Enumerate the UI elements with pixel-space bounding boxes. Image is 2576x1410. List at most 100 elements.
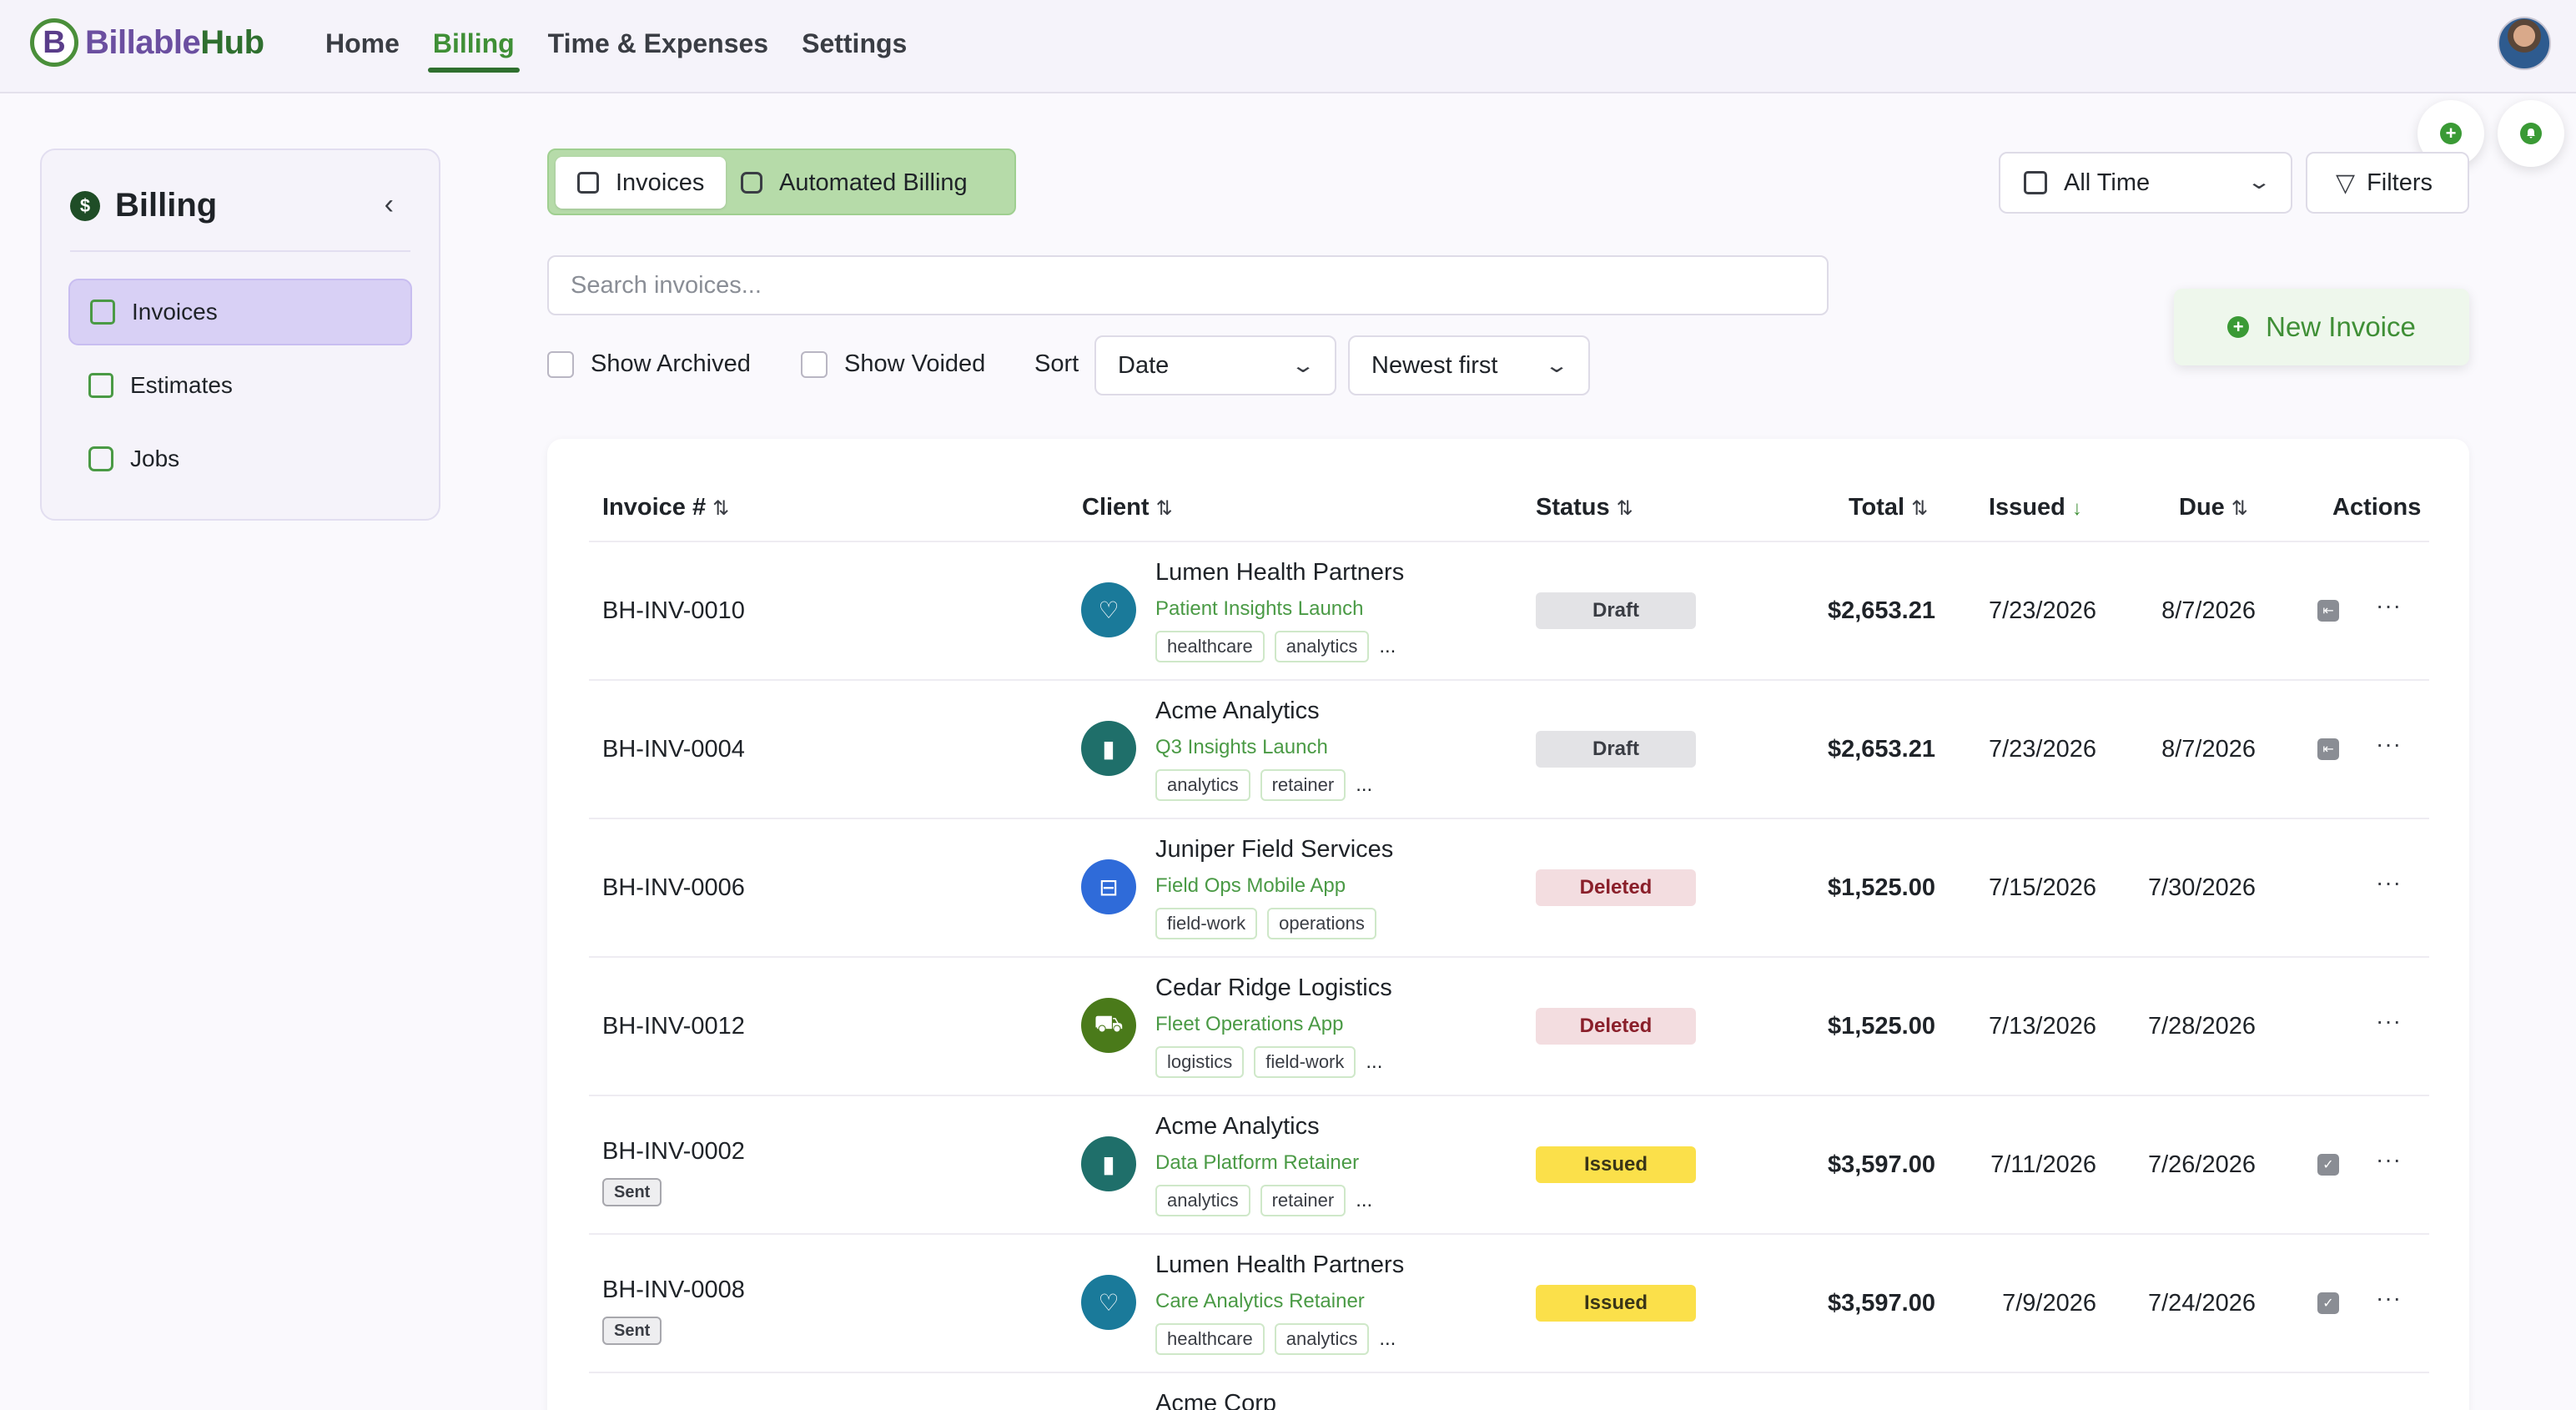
show-voided-checkbox[interactable]: Show Voided bbox=[801, 350, 985, 378]
more-actions-icon[interactable]: ··· bbox=[2376, 592, 2402, 619]
client-name[interactable]: Lumen Health Partners bbox=[1155, 1251, 1404, 1279]
tag-list: healthcare analytics... bbox=[1155, 1323, 1396, 1355]
tag[interactable]: logistics bbox=[1155, 1046, 1245, 1078]
client-name[interactable]: Acme Corp bbox=[1155, 1390, 1276, 1410]
more-tags[interactable]: ... bbox=[1379, 1327, 1396, 1351]
more-actions-icon[interactable]: ··· bbox=[2376, 1008, 2402, 1035]
more-actions-icon[interactable]: ··· bbox=[2376, 869, 2402, 896]
header-total[interactable]: Total ⇅ bbox=[1849, 494, 1928, 521]
check-icon[interactable]: ✓ bbox=[2317, 1292, 2339, 1314]
tag[interactable]: healthcare bbox=[1155, 1323, 1265, 1355]
invoice-number[interactable]: BH-INV-0006 bbox=[602, 874, 745, 902]
plus-icon: + bbox=[2440, 123, 2462, 144]
header-invoice[interactable]: Invoice # ⇅ bbox=[602, 494, 729, 521]
issued-date: 7/23/2026 bbox=[1988, 736, 2096, 763]
project-name[interactable]: Care Analytics Retainer bbox=[1155, 1290, 1365, 1313]
new-invoice-button[interactable]: + New Invoice bbox=[2174, 289, 2469, 365]
nav-settings[interactable]: Settings bbox=[802, 28, 907, 66]
user-avatar[interactable] bbox=[2498, 17, 2551, 70]
project-name[interactable]: Q3 Insights Launch bbox=[1155, 736, 1328, 759]
sort-label: Sort bbox=[1034, 350, 1079, 377]
logo-icon: B bbox=[30, 18, 78, 67]
checkbox-label: Show Voided bbox=[844, 350, 986, 377]
client-name[interactable]: Lumen Health Partners bbox=[1155, 559, 1404, 587]
tag[interactable]: analytics bbox=[1155, 1185, 1250, 1216]
show-archived-checkbox[interactable]: Show Archived bbox=[547, 350, 751, 378]
header-client[interactable]: Client ⇅ bbox=[1082, 494, 1173, 521]
chevron-down-icon: ⌄ bbox=[1290, 355, 1316, 377]
invoice-number[interactable]: BH-INV-0008 bbox=[602, 1277, 745, 1304]
tag[interactable]: retainer bbox=[1260, 769, 1346, 801]
invoice-number[interactable]: BH-INV-0010 bbox=[602, 597, 745, 625]
tab-invoices[interactable]: Invoices bbox=[556, 157, 726, 209]
client-name[interactable]: Acme Analytics bbox=[1155, 1113, 1320, 1141]
due-date: 7/30/2026 bbox=[2147, 874, 2256, 901]
tag-list: analytics retainer... bbox=[1155, 769, 1372, 801]
due-date: 7/26/2026 bbox=[2147, 1151, 2256, 1178]
status-badge: Draft bbox=[1536, 592, 1696, 629]
header-due[interactable]: Due ⇅ bbox=[2179, 494, 2248, 521]
sort-field-value: Date bbox=[1118, 351, 1170, 379]
client-name[interactable]: Acme Analytics bbox=[1155, 697, 1320, 725]
tag[interactable]: operations bbox=[1267, 908, 1376, 939]
nav-time-expenses[interactable]: Time & Expenses bbox=[548, 28, 768, 66]
tag[interactable]: analytics bbox=[1155, 769, 1250, 801]
client-name[interactable]: Cedar Ridge Logistics bbox=[1155, 974, 1392, 1002]
checkbox-box[interactable] bbox=[547, 350, 574, 378]
more-tags[interactable]: ... bbox=[1356, 773, 1372, 797]
date-range-select[interactable]: All Time ⌄ bbox=[1999, 152, 2292, 214]
tag[interactable]: analytics bbox=[1274, 631, 1370, 662]
tag[interactable]: field-work bbox=[1254, 1046, 1356, 1078]
invoice-number[interactable]: BH-INV-0002 bbox=[602, 1138, 745, 1166]
more-actions-icon[interactable]: ··· bbox=[2376, 1146, 2402, 1173]
chevron-down-icon: ⌄ bbox=[2246, 171, 2272, 194]
tag[interactable]: retainer bbox=[1260, 1185, 1346, 1216]
check-icon[interactable]: ✓ bbox=[2317, 1154, 2339, 1176]
sort-order-select[interactable]: Newest first ⌄ bbox=[1348, 335, 1590, 395]
more-tags[interactable]: ... bbox=[1366, 1050, 1382, 1074]
search-input[interactable] bbox=[547, 255, 1829, 315]
notifications-button[interactable] bbox=[2498, 100, 2564, 167]
due-date: 8/7/2026 bbox=[2161, 736, 2256, 763]
send-icon[interactable]: ⇤ bbox=[2317, 738, 2339, 760]
project-name[interactable]: Fleet Operations App bbox=[1155, 1013, 1343, 1036]
row-divider bbox=[589, 956, 2429, 958]
more-tags[interactable]: ... bbox=[1356, 1189, 1372, 1212]
header-status[interactable]: Status ⇅ bbox=[1536, 494, 1633, 521]
row-divider bbox=[589, 1095, 2429, 1096]
tag[interactable]: analytics bbox=[1274, 1323, 1370, 1355]
header-issued[interactable]: Issued ↓ bbox=[1989, 494, 2082, 521]
filters-button[interactable]: ▽ Filters bbox=[2306, 152, 2469, 214]
more-tags[interactable]: ... bbox=[1379, 635, 1396, 658]
project-name[interactable]: Field Ops Mobile App bbox=[1155, 874, 1346, 898]
issued-date: 7/23/2026 bbox=[1988, 597, 2096, 624]
project-name[interactable]: Data Platform Retainer bbox=[1155, 1151, 1359, 1175]
more-actions-icon[interactable]: ··· bbox=[2376, 1285, 2402, 1312]
nav-billing[interactable]: Billing bbox=[427, 28, 520, 73]
sort-field-select[interactable]: Date ⌄ bbox=[1094, 335, 1336, 395]
tab-automated-billing[interactable]: Automated Billing bbox=[741, 157, 1008, 209]
main-nav: Home Billing Time & Expenses Settings bbox=[325, 28, 907, 73]
sidebar-item-estimates[interactable]: Estimates bbox=[68, 352, 412, 419]
sidebar-item-jobs[interactable]: Jobs bbox=[68, 426, 412, 492]
invoice-number[interactable]: BH-INV-0004 bbox=[602, 736, 745, 763]
sidebar-item-label: Invoices bbox=[132, 299, 218, 325]
invoice-number[interactable]: BH-INV-0012 bbox=[602, 1013, 745, 1040]
send-icon[interactable]: ⇤ bbox=[2317, 600, 2339, 622]
checkbox-box[interactable] bbox=[801, 350, 828, 378]
row-divider bbox=[589, 1372, 2429, 1373]
filter-icon: ▽ bbox=[2336, 169, 2356, 197]
tag[interactable]: field-work bbox=[1155, 908, 1258, 939]
issued-date: 7/11/2026 bbox=[1990, 1151, 2096, 1178]
billing-view-tabs: Invoices Automated Billing bbox=[547, 149, 1016, 215]
brand-logo[interactable]: B BillableHub bbox=[30, 18, 264, 67]
tag[interactable]: healthcare bbox=[1155, 631, 1265, 662]
invoice-icon bbox=[577, 172, 599, 194]
collapse-sidebar-icon[interactable]: ‹ bbox=[385, 189, 394, 221]
nav-home[interactable]: Home bbox=[325, 28, 400, 66]
billing-sidebar: $ Billing ‹ Invoices Estimates Jobs bbox=[40, 149, 440, 521]
sidebar-item-invoices[interactable]: Invoices bbox=[68, 279, 412, 345]
more-actions-icon[interactable]: ··· bbox=[2376, 731, 2402, 758]
client-name[interactable]: Juniper Field Services bbox=[1155, 836, 1393, 864]
project-name[interactable]: Patient Insights Launch bbox=[1155, 597, 1364, 621]
